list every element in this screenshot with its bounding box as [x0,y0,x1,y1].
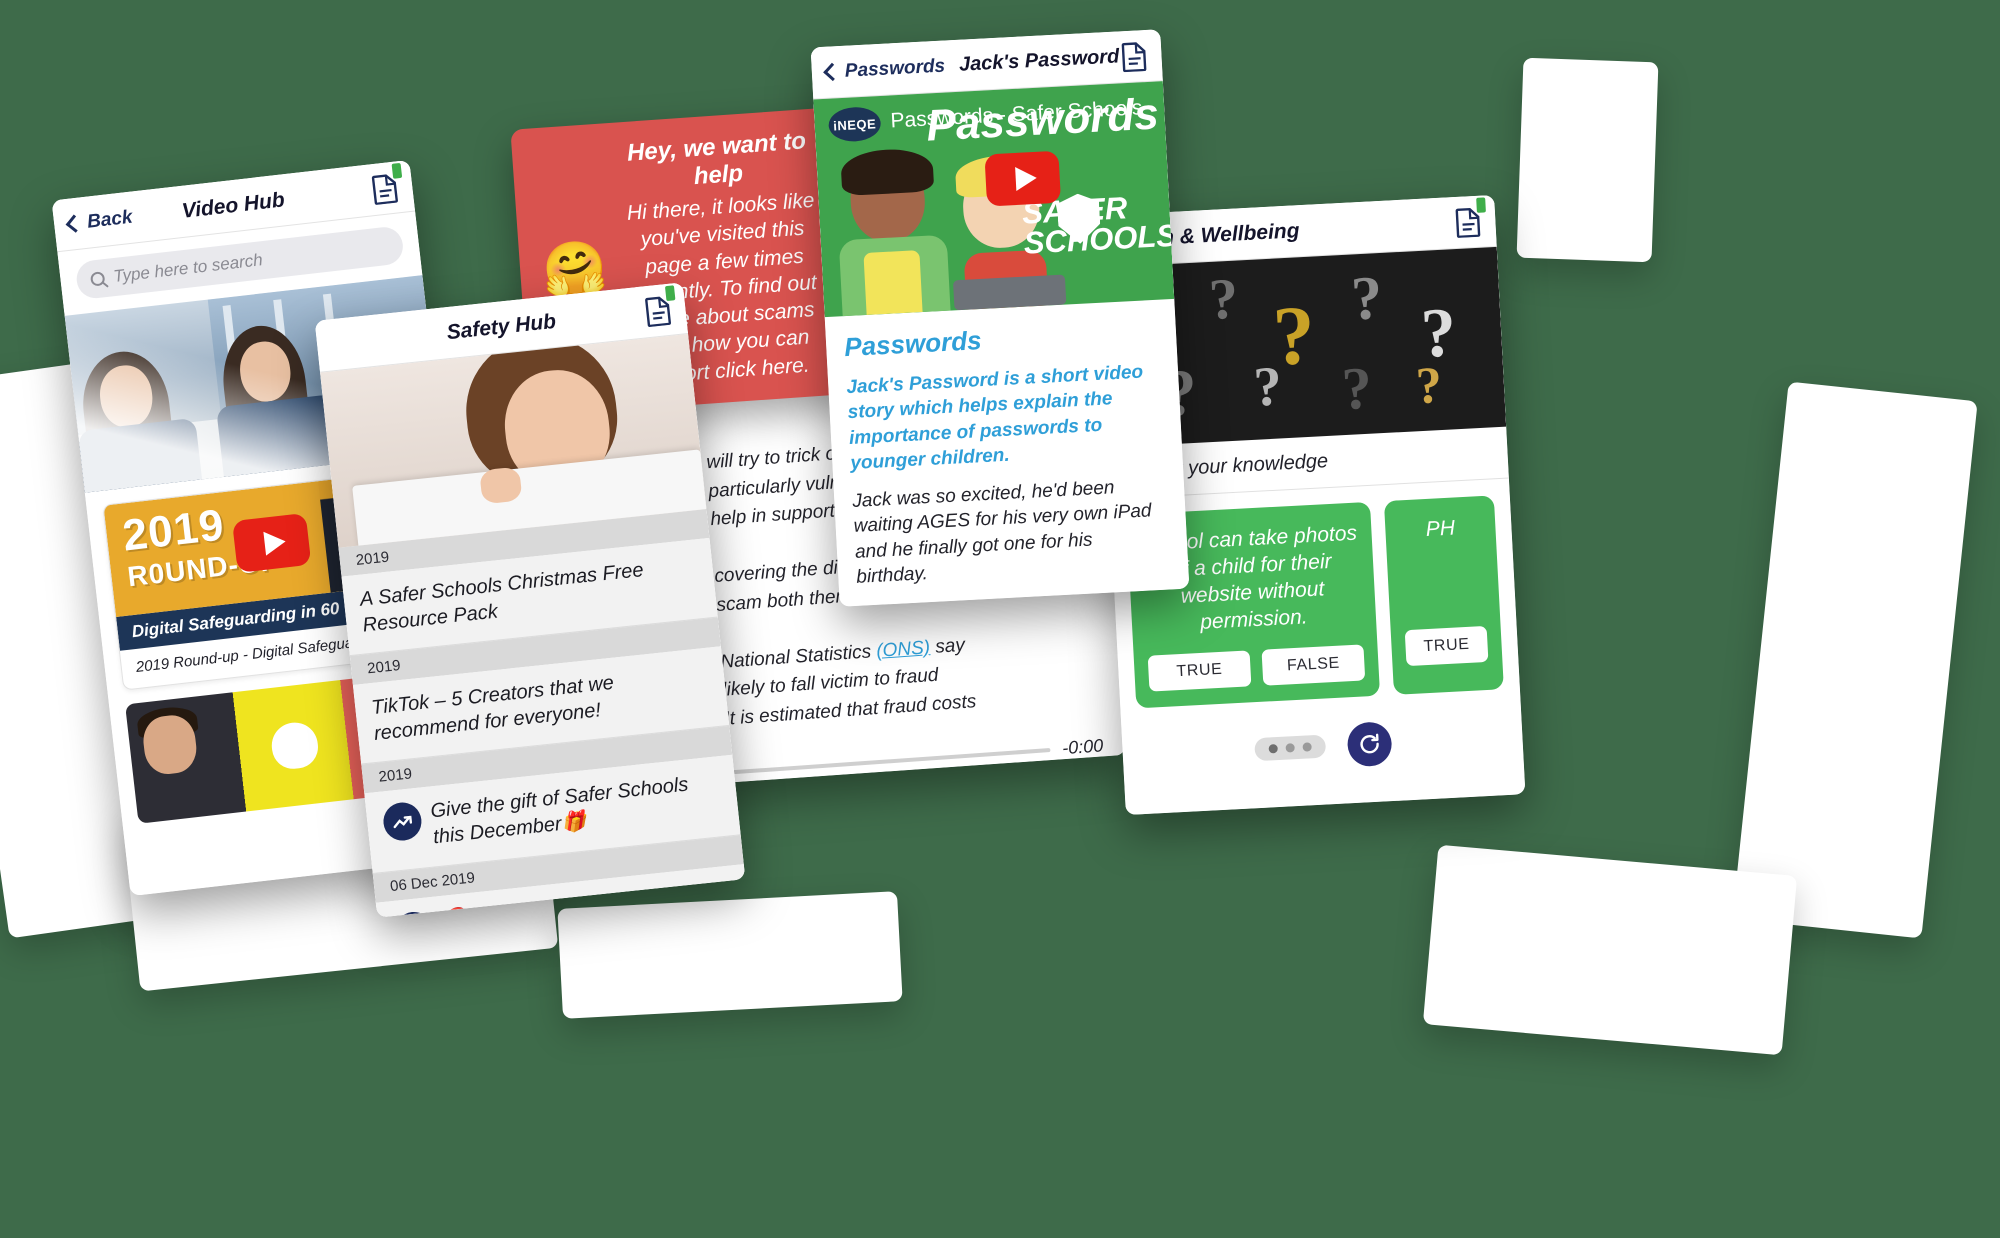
background-card-top-right [1516,57,1659,263]
status-dot-icon [391,162,403,179]
chevron-left-icon [65,214,84,233]
quiz-card[interactable]: PH TRUE [1383,495,1504,695]
hugging-face-icon: 🤗 [540,238,609,301]
passwords-content: Passwords Jack's Password is a short vid… [825,299,1189,598]
back-label: Passwords [844,55,946,82]
passwords-heading: Passwords [843,325,983,363]
document-icon[interactable] [1121,40,1149,72]
document-icon[interactable] [644,284,676,327]
true-button[interactable]: TRUE [1404,625,1489,667]
quiz-question: PH [1425,516,1456,541]
background-card-bottom-center [557,891,903,1019]
document-icon[interactable] [371,162,403,205]
status-dot-icon [1476,196,1486,213]
pager-dot[interactable] [1267,744,1278,754]
ineqe-logo: iNEQE [827,106,882,143]
character-girl [830,147,958,317]
scam-line-6: National Statistics [719,640,872,673]
youtube-play-icon[interactable] [231,512,312,573]
scam-audio-track[interactable] [727,747,1051,775]
back-button[interactable]: Back [65,206,134,235]
search-icon [89,271,106,287]
next-button[interactable]: Next [1006,778,1109,785]
list-item-label: Give the gift of Safer Schools this Dece… [429,773,690,849]
passwords-subheading: Jack's Password is a short video story w… [845,361,1144,475]
youtube-play-icon[interactable] [984,150,1062,207]
pager-dot[interactable] [1301,742,1312,752]
scam-audio-remaining: -0:00 [1061,735,1104,759]
refresh-icon[interactable] [1345,720,1393,767]
search-placeholder: Type here to search [112,250,264,287]
document-icon[interactable] [1455,196,1486,238]
pager-dots[interactable] [1253,734,1326,762]
safety-hub-panel[interactable]: Safety Hub 2019 A Safer Schools Christma… [314,282,746,918]
back-button[interactable]: Passwords [823,55,946,83]
status-dot-icon [664,284,676,301]
back-label: Back [85,206,134,233]
passwords-video-banner[interactable]: iNEQE Passwords - Safer Schools Password… [813,81,1175,318]
passwords-panel[interactable]: Passwords Jack's Password iNEQE Password… [810,29,1190,607]
help-card-title: Hey, we want to help [626,127,807,191]
page-title: Jack's Password [958,45,1120,76]
snapchat-icon [269,720,321,772]
background-card-bottom-right [1422,844,1798,1056]
false-button[interactable]: FALSE [1261,643,1366,686]
trending-icon [381,801,424,843]
scam-line-7: say [934,634,966,658]
ons-link[interactable]: (ONS) [876,637,931,662]
true-button[interactable]: TRUE [1147,649,1252,692]
chevron-left-icon [823,62,842,82]
background-card-right [1732,381,1978,939]
banner-big-word: Passwords [925,89,1160,151]
passwords-paragraph: Jack was so excited, he'd been waiting A… [851,477,1153,589]
pager-dot[interactable] [1284,743,1295,753]
screenshot-stage: will try to trick or scam them particula… [0,0,2000,1238]
